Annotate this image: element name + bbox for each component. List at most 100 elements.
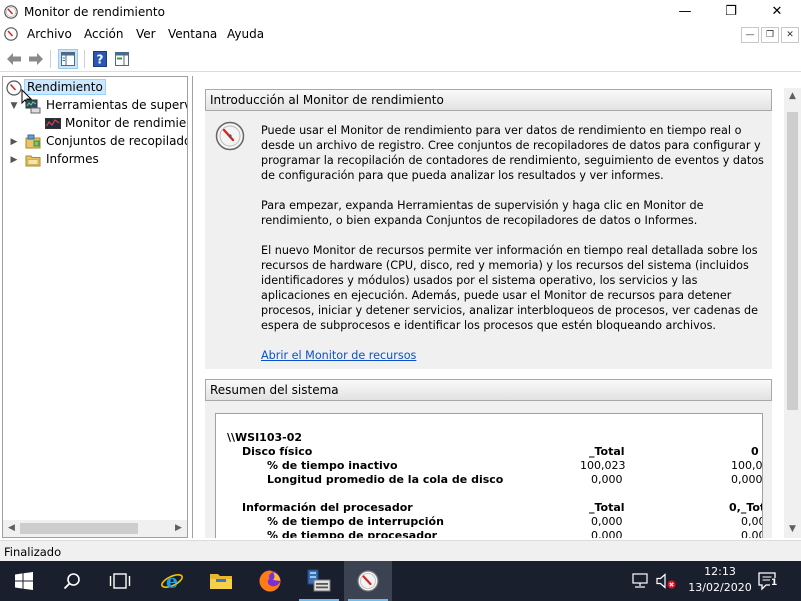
clock-time: 12:13 xyxy=(704,565,736,578)
idle-time-total: 100,023 xyxy=(580,459,626,472)
disk-total-header: _Total xyxy=(589,445,625,458)
menu-accion[interactable]: Acción xyxy=(84,27,123,41)
forward-arrow-icon xyxy=(29,53,43,65)
console-tree-icon xyxy=(61,52,75,66)
perfmon-icon xyxy=(357,570,379,592)
system-summary-box: \\WSI103-02 Disco físico _Total 0 % de t… xyxy=(215,413,763,538)
summary-section-header: Resumen del sistema xyxy=(205,379,772,401)
maximize-button[interactable]: ❐ xyxy=(708,0,754,24)
mdi-controls: — ❐ ✕ xyxy=(741,27,799,45)
menu-ventana[interactable]: Ventana xyxy=(168,27,217,41)
minimize-button[interactable]: — xyxy=(662,0,708,24)
open-resource-monitor-link[interactable]: Abrir el Monitor de recursos xyxy=(261,349,416,362)
toolbar-separator xyxy=(50,50,51,68)
back-button[interactable] xyxy=(4,49,24,69)
scroll-up-icon[interactable]: ▲ xyxy=(784,88,801,105)
intro-section-body: Puede usar el Monitor de rendimiento par… xyxy=(205,111,772,369)
volume-button[interactable] xyxy=(656,573,676,589)
task-view-button[interactable] xyxy=(96,561,144,601)
toolbar-separator xyxy=(84,50,85,68)
intro-paragraph-2: Para empezar, expanda Herramientas de su… xyxy=(261,199,704,227)
window-title: Monitor de rendimiento xyxy=(24,5,165,19)
perfmon-app-icon xyxy=(4,5,18,19)
menu-ayuda[interactable]: Ayuda xyxy=(227,27,264,41)
scroll-left-icon[interactable]: ◀ xyxy=(3,520,20,537)
svg-text:e: e xyxy=(166,571,178,593)
results-pane: Introducción al Monitor de rendimiento P… xyxy=(192,76,801,538)
scroll-right-icon[interactable]: ▶ xyxy=(170,520,187,537)
scrollbar-thumb[interactable] xyxy=(20,523,138,534)
menu-ver[interactable]: Ver xyxy=(136,27,156,41)
help-icon: ? xyxy=(93,51,107,67)
results-vertical-scrollbar[interactable]: ▲ ▼ xyxy=(784,88,801,538)
mdi-restore-button[interactable]: ❐ xyxy=(761,27,779,43)
server-manager-icon xyxy=(307,569,331,592)
toolbar: ? xyxy=(0,46,801,72)
intro-section-header: Introducción al Monitor de rendimiento xyxy=(205,89,772,111)
console-tree[interactable]: Rendimiento ▼ Herramientas de supervisió… xyxy=(2,76,188,538)
cpu-zero-header: 0,_Tot xyxy=(729,501,763,514)
tree-item-informes[interactable]: ▶ Informes xyxy=(3,151,187,169)
close-button[interactable]: ✕ xyxy=(754,0,800,24)
status-text: Finalizado xyxy=(4,545,62,559)
queue-length-label: Longitud promedio de la cola de disco xyxy=(267,473,504,486)
summary-section-body: \\WSI103-02 Disco físico _Total 0 % de t… xyxy=(205,401,772,538)
machine-name: \\WSI103-02 xyxy=(227,431,303,444)
interrupt-time-label: % de tiempo de interrupción xyxy=(267,515,444,528)
start-button[interactable] xyxy=(0,561,48,601)
document-system-menu-icon[interactable] xyxy=(4,27,18,41)
reports-icon xyxy=(25,155,41,167)
tree-item-conjuntos[interactable]: ▶ Conjuntos de recopiladores de datos xyxy=(3,133,187,151)
tree-item-monitor[interactable]: Monitor de rendimiento xyxy=(3,115,187,133)
intro-text: Puede usar el Monitor de rendimiento par… xyxy=(261,123,767,363)
queue-length-zero: 0,000 xyxy=(731,473,763,486)
disk-zero-header: 0 xyxy=(751,445,759,458)
tree-item-label: Informes xyxy=(46,152,99,166)
performance-monitor-icon xyxy=(45,118,61,129)
expanded-chevron-icon[interactable]: ▼ xyxy=(9,99,19,113)
firefox-icon xyxy=(259,570,281,592)
disk-section-label: Disco físico xyxy=(242,445,313,458)
action-pane-icon xyxy=(115,52,129,66)
server-manager-button[interactable] xyxy=(295,561,343,601)
perfmon-large-icon xyxy=(215,121,245,151)
action-center-button[interactable]: 1 xyxy=(756,571,780,591)
help-button[interactable]: ? xyxy=(90,49,110,69)
scroll-down-icon[interactable]: ▼ xyxy=(784,521,801,538)
network-status-button[interactable] xyxy=(632,573,650,589)
scrollbar-thumb[interactable] xyxy=(787,112,798,410)
interrupt-time-total: 0,000 xyxy=(591,515,623,528)
search-button[interactable] xyxy=(48,561,96,601)
clock[interactable]: 12:13 13/02/2020 xyxy=(685,564,755,596)
task-view-icon xyxy=(109,573,131,589)
folder-icon xyxy=(210,574,232,589)
processor-time-total: 0,000 xyxy=(591,529,623,538)
network-icon xyxy=(632,573,648,588)
monitoring-tools-icon xyxy=(25,99,41,114)
file-explorer-button[interactable] xyxy=(197,561,245,601)
menu-archivo[interactable]: Archivo xyxy=(27,27,72,41)
svg-text:?: ? xyxy=(97,53,104,67)
show-hide-console-tree-button[interactable] xyxy=(58,49,78,69)
back-arrow-icon xyxy=(7,53,21,65)
intro-paragraph-1: Puede usar el Monitor de rendimiento par… xyxy=(261,124,764,182)
cpu-total-header: _Total xyxy=(589,501,625,514)
mdi-minimize-button[interactable]: — xyxy=(741,27,759,43)
action-pane-button[interactable] xyxy=(112,49,132,69)
internet-explorer-button[interactable]: e xyxy=(148,561,196,601)
mdi-close-button[interactable]: ✕ xyxy=(781,27,799,43)
interrupt-time-zero: 0,00 xyxy=(741,515,762,528)
forward-button[interactable] xyxy=(26,49,46,69)
windows-logo-icon xyxy=(15,572,33,590)
tree-item-herramientas[interactable]: ▼ Herramientas de supervisión xyxy=(3,97,187,115)
firefox-button[interactable] xyxy=(246,561,294,601)
data-collector-sets-icon xyxy=(25,134,41,149)
tree-horizontal-scrollbar[interactable]: ◀ ▶ xyxy=(3,520,187,537)
perfmon-icon xyxy=(6,80,22,96)
performance-monitor-taskbar-button[interactable] xyxy=(344,561,392,601)
menu-bar: Archivo Acción Ver Ventana Ayuda — ❐ ✕ xyxy=(0,24,801,46)
collapsed-chevron-icon[interactable]: ▶ xyxy=(9,135,19,149)
collapsed-chevron-icon[interactable]: ▶ xyxy=(9,153,19,167)
idle-time-zero: 100,02 xyxy=(731,459,763,472)
taskbar: e 12:13 13/02/2020 1 xyxy=(0,561,801,601)
